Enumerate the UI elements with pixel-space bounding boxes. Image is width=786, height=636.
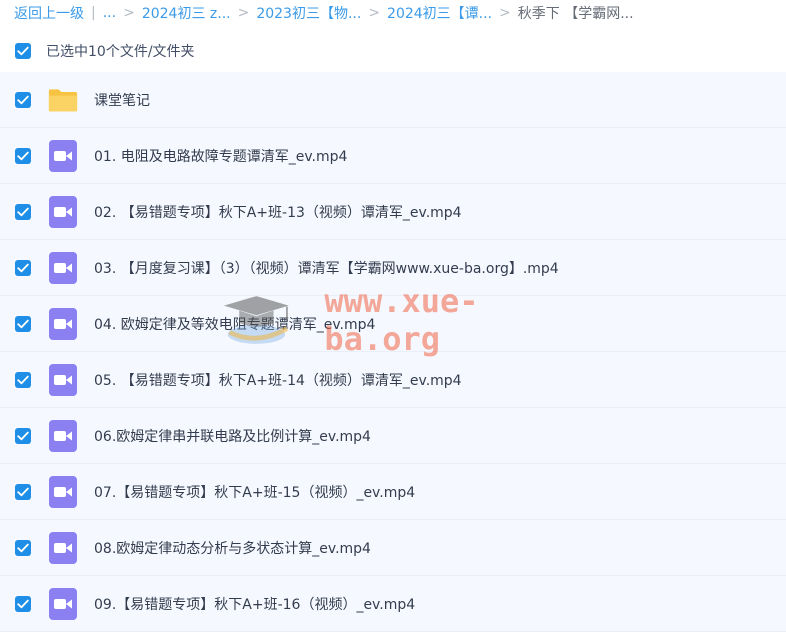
breadcrumb: 返回上一级 | ... > 2024初三 z... > 2023初三【物... … [0,0,786,26]
breadcrumb-item-2[interactable]: 2023初三【物... [256,3,361,23]
row-checkbox[interactable] [15,259,31,276]
file-row[interactable]: 06.欧姆定律串并联电路及比例计算_ev.mp4 [0,408,786,464]
video-file-icon [49,195,77,228]
file-row[interactable]: 07.【易错题专项】秋下A+班-15（视频）_ev.mp4 [0,464,786,520]
row-checkbox[interactable] [15,371,31,388]
selection-bar: 已选中10个文件/文件夹 [0,36,786,66]
breadcrumb-divider: | [91,5,96,21]
file-name[interactable]: 04. 欧姆定律及等效电阻专题谭清军_ev.mp4 [94,314,375,334]
row-checkbox[interactable] [15,203,31,220]
row-checkbox[interactable] [15,539,31,556]
row-checkbox[interactable] [15,427,31,444]
breadcrumb-ellipsis[interactable]: ... [103,5,116,21]
check-icon [17,375,29,384]
file-name[interactable]: 09.【易错题专项】秋下A+班-16（视频）_ev.mp4 [94,594,415,614]
check-icon [17,599,29,608]
select-all-checkbox[interactable] [15,43,31,59]
row-checkbox[interactable] [15,91,31,108]
check-icon [17,263,29,272]
file-name[interactable]: 07.【易错题专项】秋下A+班-15（视频）_ev.mp4 [94,482,415,502]
video-file-icon [49,475,77,508]
file-name[interactable]: 课堂笔记 [94,90,150,110]
video-file-icon [49,419,77,452]
row-checkbox[interactable] [15,595,31,612]
video-file-icon [49,587,77,620]
video-file-icon [49,363,77,396]
back-link[interactable]: 返回上一级 [14,3,84,23]
row-checkbox[interactable] [15,483,31,500]
file-name[interactable]: 08.欧姆定律动态分析与多状态计算_ev.mp4 [94,538,371,558]
chevron-right-icon: > [123,5,135,21]
check-icon [17,543,29,552]
breadcrumb-item-1[interactable]: 2024初三 z... [142,3,231,23]
file-list: 课堂笔记 01. 电阻及电路故障专题谭清军_ev.mp4 02. 【易错题专项】秋下… [0,72,786,632]
file-row[interactable]: 02. 【易错题专项】秋下A+班-13（视频）谭清军_ev.mp4 [0,184,786,240]
file-row[interactable]: 04. 欧姆定律及等效电阻专题谭清军_ev.mp4 [0,296,786,352]
file-row[interactable]: 03. 【月度复习课】（3）（视频）谭清军【学霸网www.xue-ba.org】… [0,240,786,296]
chevron-right-icon: > [499,5,511,21]
video-file-icon [49,251,77,284]
check-icon [17,95,29,104]
chevron-right-icon: > [237,5,250,21]
file-name[interactable]: 02. 【易错题专项】秋下A+班-13（视频）谭清军_ev.mp4 [94,202,462,222]
file-name[interactable]: 03. 【月度复习课】（3）（视频）谭清军【学霸网www.xue-ba.org】… [94,258,559,278]
selection-count: 已选中10个文件/文件夹 [46,44,195,60]
check-icon [17,487,29,496]
check-icon [17,151,29,160]
breadcrumb-item-3[interactable]: 2024初三【谭... [387,3,492,23]
file-name[interactable]: 06.欧姆定律串并联电路及比例计算_ev.mp4 [94,426,371,446]
check-icon [17,46,29,56]
chevron-right-icon: > [368,5,381,21]
row-checkbox[interactable] [15,147,31,164]
video-file-icon [49,139,77,172]
breadcrumb-current: 秋季下 【学霸网... [517,6,634,22]
video-file-icon [49,531,77,564]
file-row[interactable]: 08.欧姆定律动态分析与多状态计算_ev.mp4 [0,520,786,576]
file-row[interactable]: 05. 【易错题专项】秋下A+班-14（视频）谭清军_ev.mp4 [0,352,786,408]
check-icon [17,431,29,440]
file-name[interactable]: 05. 【易错题专项】秋下A+班-14（视频）谭清军_ev.mp4 [94,370,462,390]
row-checkbox[interactable] [15,315,31,332]
file-row[interactable]: 01. 电阻及电路故障专题谭清军_ev.mp4 [0,128,786,184]
file-name[interactable]: 01. 电阻及电路故障专题谭清军_ev.mp4 [94,146,347,166]
check-icon [17,207,29,216]
folder-icon [48,88,78,111]
file-row[interactable]: 课堂笔记 [0,72,786,128]
video-file-icon [49,307,77,340]
check-icon [17,319,29,328]
file-row[interactable]: 09.【易错题专项】秋下A+班-16（视频）_ev.mp4 [0,576,786,632]
